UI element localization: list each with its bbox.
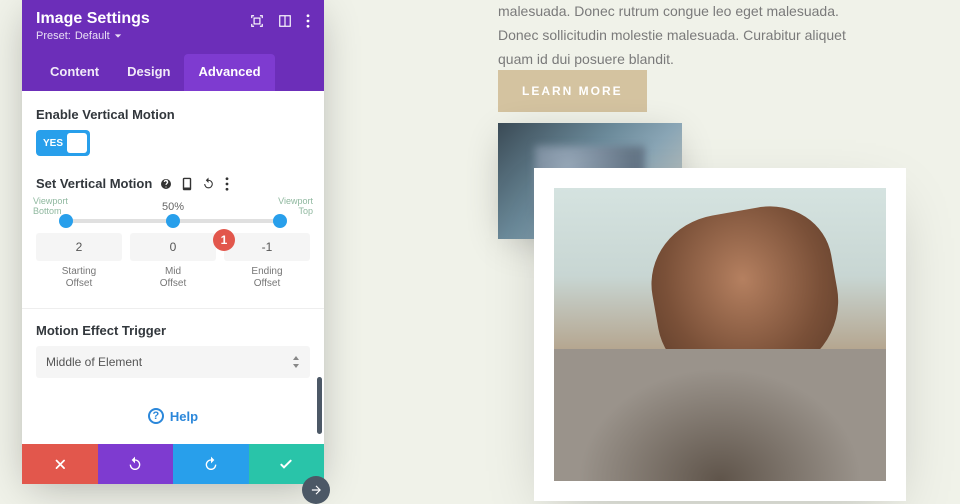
hero-image xyxy=(554,188,886,481)
settings-tabs: Content Design Advanced xyxy=(36,54,310,91)
preset-label: Preset: xyxy=(36,30,71,42)
ending-offset-input[interactable] xyxy=(224,233,310,261)
settings-panel: Image Settings Preset: Default Content D… xyxy=(22,0,324,484)
chevron-down-icon xyxy=(114,32,122,40)
ending-offset-label: Ending Offset xyxy=(224,266,310,290)
columns-icon[interactable] xyxy=(278,14,292,28)
panel-scrollbar[interactable] xyxy=(317,377,322,434)
preset-selector[interactable]: Preset: Default xyxy=(36,30,150,42)
motion-trigger-select[interactable]: Middle of Element xyxy=(36,346,310,378)
mid-offset-input[interactable] xyxy=(130,233,216,261)
viewport-top-label: Viewport Top xyxy=(278,197,313,217)
help-link[interactable]: ? Help xyxy=(36,408,310,424)
motion-slider-track[interactable] xyxy=(64,219,282,223)
expand-icon[interactable] xyxy=(250,14,264,28)
enable-vertical-motion-label: Enable Vertical Motion xyxy=(36,107,310,122)
slider-handle-start[interactable] xyxy=(59,214,73,228)
mid-offset-label: Mid Offset xyxy=(130,266,216,290)
motion-trigger-value: Middle of Element xyxy=(46,355,142,369)
set-vertical-motion-label: Set Vertical Motion xyxy=(36,176,152,191)
panel-footer xyxy=(22,444,324,484)
toggle-yes-text: YES xyxy=(43,138,63,149)
cancel-button[interactable] xyxy=(22,444,98,484)
reset-icon[interactable] xyxy=(202,177,215,190)
tab-advanced[interactable]: Advanced xyxy=(184,54,274,91)
panel-title: Image Settings xyxy=(36,10,150,28)
undo-button[interactable] xyxy=(98,444,174,484)
slider-percent: 50% xyxy=(36,201,310,213)
select-updown-icon xyxy=(292,356,300,368)
help-icon[interactable] xyxy=(160,178,172,190)
body-paragraph: malesuada. Donec rutrum congue leo eget … xyxy=(498,0,906,71)
motion-trigger-label: Motion Effect Trigger xyxy=(36,323,310,338)
resize-handle[interactable] xyxy=(302,476,330,504)
preset-value: Default xyxy=(75,30,110,42)
toggle-knob xyxy=(67,133,87,153)
device-icon[interactable] xyxy=(182,177,192,191)
help-circle-icon: ? xyxy=(148,408,164,424)
slider-handle-mid[interactable] xyxy=(166,214,180,228)
callout-badge-1: 1 xyxy=(213,229,235,251)
tab-design[interactable]: Design xyxy=(113,54,184,91)
tab-content[interactable]: Content xyxy=(36,54,113,91)
learn-more-button[interactable]: LEARN MORE xyxy=(498,70,647,112)
enable-vertical-motion-toggle[interactable]: YES xyxy=(36,130,90,156)
slider-handle-end[interactable] xyxy=(273,214,287,228)
starting-offset-label: Starting Offset xyxy=(36,266,122,290)
hero-image-frame xyxy=(534,168,906,501)
starting-offset-input[interactable] xyxy=(36,233,122,261)
kebab-menu-icon[interactable] xyxy=(306,14,310,28)
kebab-icon[interactable] xyxy=(225,177,229,191)
redo-button[interactable] xyxy=(173,444,249,484)
help-text: Help xyxy=(170,409,198,424)
